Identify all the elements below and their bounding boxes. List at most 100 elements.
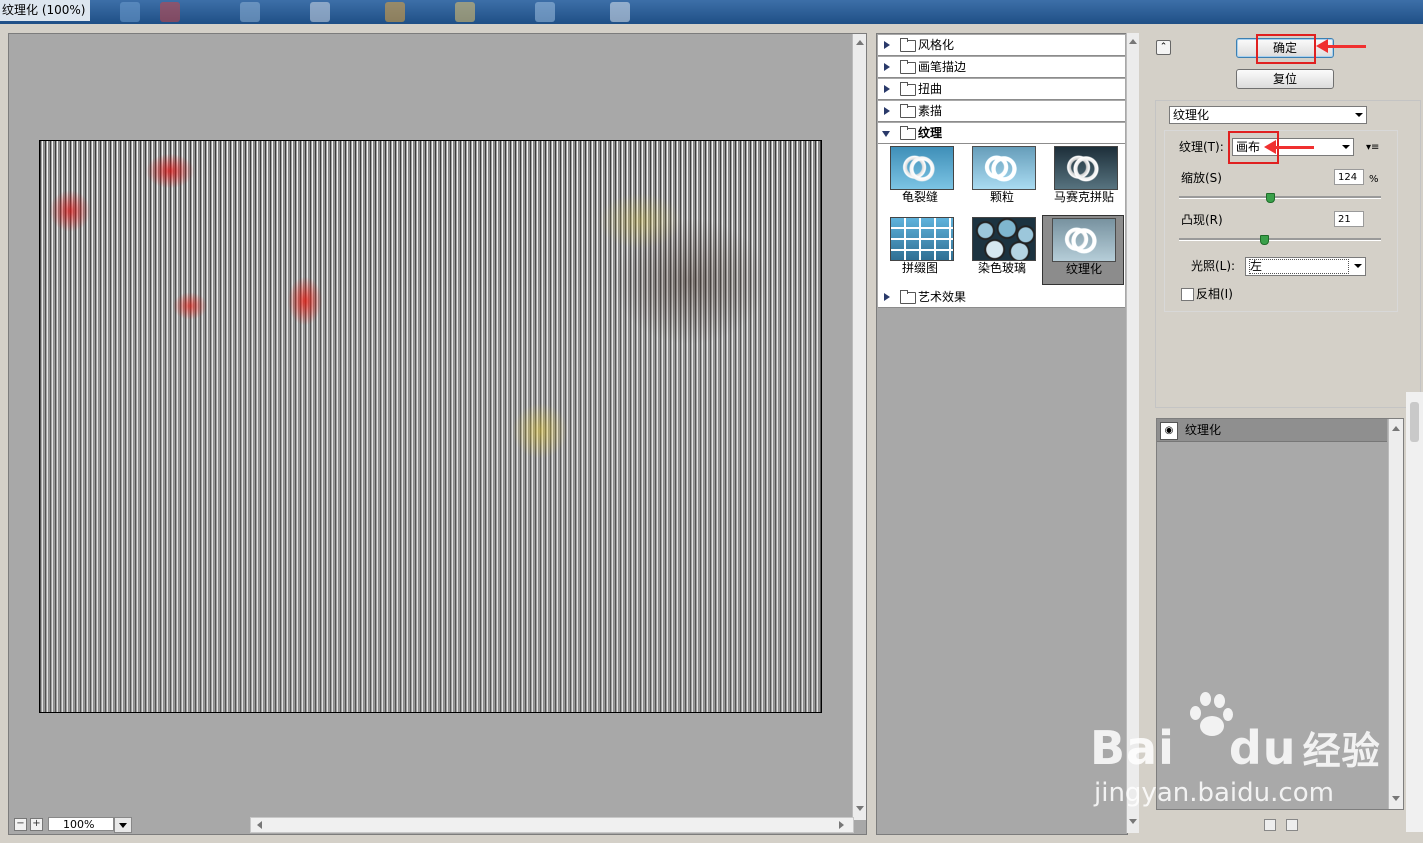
eye-icon[interactable]: ◉ [1160, 422, 1178, 440]
ok-highlight-box [1256, 34, 1316, 64]
filter-preview-image [1052, 218, 1116, 262]
chevron-down-icon [1354, 264, 1362, 268]
relief-slider-track[interactable] [1179, 238, 1381, 241]
expand-arrow-icon [884, 107, 890, 115]
preview-image[interactable] [39, 140, 822, 713]
reset-button[interactable]: 复位 [1236, 69, 1334, 89]
watermark-brand-suffix: du [1228, 721, 1297, 775]
filter-thumb-grain[interactable]: 颗粒 [962, 144, 1042, 214]
taskbar-app-icon [310, 2, 330, 22]
scroll-left-icon[interactable] [257, 821, 262, 829]
category-label: 画笔描边 [918, 60, 967, 74]
relief-slider-thumb[interactable] [1259, 235, 1269, 245]
invert-label: 反相(I) [1196, 287, 1233, 301]
taskbar-app-icon [385, 2, 405, 22]
preview-vertical-scrollbar[interactable] [852, 34, 866, 820]
chevron-down-icon [1342, 145, 1350, 149]
folder-open-icon [900, 126, 916, 140]
relief-label: 凸现(R) [1181, 213, 1223, 227]
zoom-bar: − + 100% [12, 816, 854, 834]
taskbar-app-icon [160, 2, 180, 22]
filter-thumb-label: 龟裂缝 [901, 190, 938, 204]
watermark-brand-cn: 经验 [1302, 729, 1381, 773]
filter-thumb-patchwork[interactable]: 拼缀图 [880, 215, 960, 285]
filter-preview-image [1054, 146, 1118, 190]
folder-icon [900, 60, 916, 74]
scroll-down-icon[interactable] [856, 806, 864, 811]
filter-thumb-mosaic-tiles[interactable]: 马赛克拼贴 [1044, 144, 1124, 214]
scrollbar-thumb[interactable] [1410, 402, 1419, 442]
red-arrow-icon [1264, 140, 1314, 154]
watermark-logo: Bai du 经验 [1090, 720, 1381, 775]
scroll-up-icon[interactable] [1392, 426, 1400, 431]
folder-icon [900, 104, 916, 118]
red-arrow-icon [1316, 39, 1366, 53]
category-artistic[interactable]: 艺术效果 [878, 287, 1125, 308]
light-select[interactable]: 左 [1245, 257, 1366, 276]
zoom-out-button[interactable]: − [14, 818, 27, 831]
category-label: 素描 [918, 104, 943, 118]
zoom-level-field[interactable]: 100% [48, 817, 114, 831]
window-title: 纹理化 (100%) [0, 0, 90, 21]
category-stylize[interactable]: 风格化 [878, 35, 1125, 56]
scaling-slider-track[interactable] [1179, 196, 1381, 199]
chevron-down-icon [1355, 113, 1363, 117]
taskbar-app-icon [455, 2, 475, 22]
filter-thumb-craquelure[interactable]: 龟裂缝 [880, 144, 960, 214]
expand-arrow-icon [884, 63, 890, 71]
collapse-arrow-icon [882, 131, 890, 137]
scaling-input[interactable]: 124 [1334, 169, 1364, 185]
category-texture[interactable]: 纹理 [878, 123, 1125, 144]
filter-preview-image [972, 146, 1036, 190]
filter-select-value: 纹理化 [1173, 108, 1210, 122]
collapse-gallery-button[interactable]: ⌃ [1156, 40, 1171, 55]
texture-menu-icon[interactable]: ▾≡ [1366, 140, 1379, 155]
scaling-slider-thumb[interactable] [1265, 193, 1275, 203]
effect-layer-row[interactable]: ◉ 纹理化 [1157, 419, 1387, 442]
category-distort[interactable]: 扭曲 [878, 79, 1125, 100]
scroll-up-icon[interactable] [856, 40, 864, 45]
category-label: 扭曲 [918, 82, 943, 96]
window-title-bar: 纹理化 (100%) [0, 0, 1423, 24]
scroll-up-icon[interactable] [1129, 39, 1137, 44]
expand-arrow-icon [884, 85, 890, 93]
light-label: 光照(L): [1191, 259, 1236, 273]
filter-thumb-label: 马赛克拼贴 [1053, 190, 1114, 204]
relief-input[interactable]: 21 [1334, 211, 1364, 227]
filter-select[interactable]: 纹理化 [1169, 106, 1367, 124]
scaling-unit: % [1369, 174, 1379, 185]
category-label: 艺术效果 [918, 290, 967, 304]
category-brush-strokes[interactable]: 画笔描边 [878, 57, 1125, 78]
filter-preview-image [890, 146, 954, 190]
filter-thumb-label: 纹理化 [1065, 262, 1102, 276]
folder-icon [900, 38, 916, 52]
paw-icon [1188, 692, 1234, 738]
preview-pane[interactable] [8, 33, 867, 835]
watermark: Bai du 经验 jingyan.baidu.com [1090, 692, 1410, 820]
texture-label: 纹理(T): [1179, 140, 1224, 154]
effect-layer-name: 纹理化 [1185, 423, 1222, 437]
taskbar-app-icon [535, 2, 555, 22]
zoom-in-button[interactable]: + [30, 818, 43, 831]
scaling-label: 缩放(S) [1181, 171, 1222, 185]
filter-thumb-label: 颗粒 [989, 190, 1014, 204]
category-label: 纹理 [918, 126, 943, 140]
taskbar-app-icon [120, 2, 140, 22]
trash-icon[interactable] [1286, 819, 1298, 831]
category-sketch[interactable]: 素描 [878, 101, 1125, 122]
scroll-right-icon[interactable] [839, 821, 844, 829]
watermark-url: jingyan.baidu.com [1094, 778, 1334, 808]
filter-thumbnails: 龟裂缝 颗粒 马赛克拼贴 拼缀图 染色玻璃 纹理化 [878, 144, 1125, 288]
filter-thumb-stained-glass[interactable]: 染色玻璃 [962, 215, 1042, 285]
preview-horizontal-scrollbar[interactable] [250, 817, 854, 833]
new-effect-layer-icon[interactable] [1264, 819, 1276, 831]
filter-thumb-texturizer[interactable]: 纹理化 [1042, 215, 1124, 285]
invert-checkbox[interactable] [1181, 288, 1194, 301]
painting-overlay [40, 141, 821, 712]
filter-preview-image [890, 217, 954, 261]
folder-icon [900, 290, 916, 304]
light-select-value: 左 [1249, 259, 1349, 274]
category-label: 风格化 [918, 38, 955, 52]
filter-thumb-label: 拼缀图 [901, 261, 938, 275]
zoom-dropdown-button[interactable] [114, 817, 132, 833]
